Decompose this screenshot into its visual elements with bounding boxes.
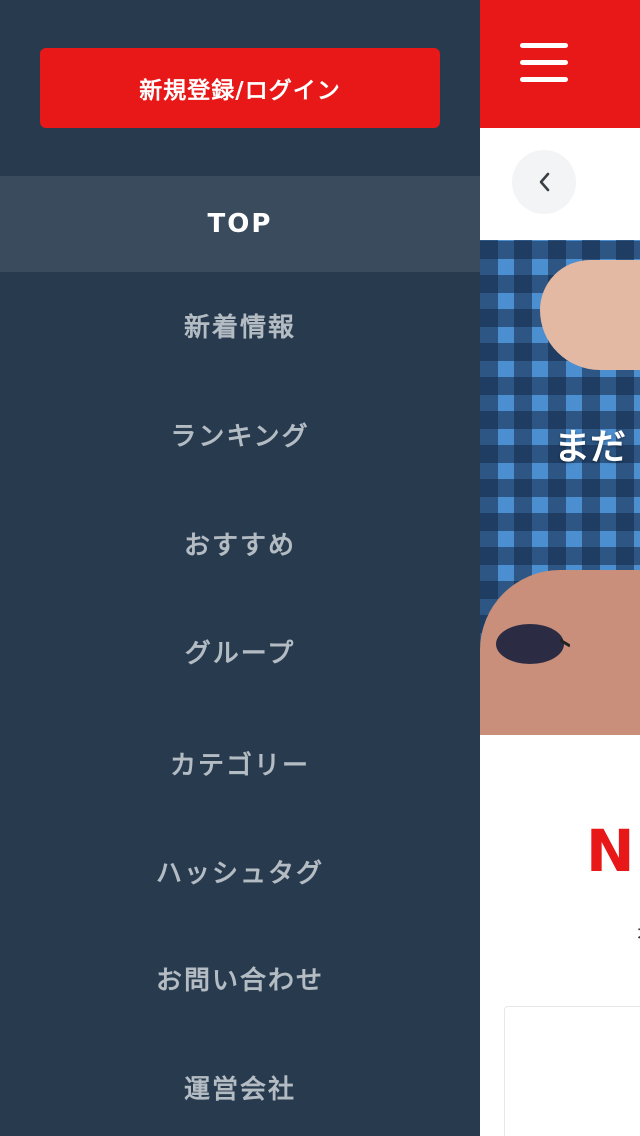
side-drawer: 新規登録/ログイン TOP 新着情報 ランキング おすすめ グループ カテゴリー… xyxy=(0,0,480,1136)
signup-login-button[interactable]: 新規登録/ログイン xyxy=(40,48,440,128)
hero-image[interactable] xyxy=(480,240,640,735)
news-card[interactable] xyxy=(504,1006,640,1136)
hamburger-icon[interactable] xyxy=(520,43,568,83)
app-header xyxy=(480,0,640,128)
menu-item-top[interactable]: TOP xyxy=(0,176,480,272)
drawer-menu: TOP 新着情報 ランキング おすすめ グループ カテゴリー ハッシュタグ お問… xyxy=(0,176,480,1136)
news-title-rest: E xyxy=(637,817,640,885)
news-section-title: NE xyxy=(586,822,640,880)
menu-item-hashtag[interactable]: ハッシュタグ xyxy=(0,820,480,922)
sunglasses-graphic xyxy=(496,624,570,664)
app-screen: まだ NE ォ 新規登録/ログイン TOP 新着情報 ランキング おすすめ グル… xyxy=(0,0,640,1136)
menu-item-group[interactable]: グループ xyxy=(0,596,480,706)
news-section-subtitle: ォ xyxy=(634,914,640,946)
news-title-accent: N xyxy=(586,817,637,885)
menu-item-recommended[interactable]: おすすめ xyxy=(0,490,480,596)
menu-item-category[interactable]: カテゴリー xyxy=(0,706,480,820)
menu-item-contact[interactable]: お問い合わせ xyxy=(0,922,480,1034)
chevron-left-icon xyxy=(539,172,550,192)
menu-item-ranking[interactable]: ランキング xyxy=(0,378,480,490)
hero-image-hand xyxy=(540,260,640,370)
menu-item-news[interactable]: 新着情報 xyxy=(0,272,480,378)
back-button[interactable] xyxy=(512,150,576,214)
hero-headline: まだ xyxy=(554,427,627,468)
menu-item-company[interactable]: 運営会社 xyxy=(0,1034,480,1136)
